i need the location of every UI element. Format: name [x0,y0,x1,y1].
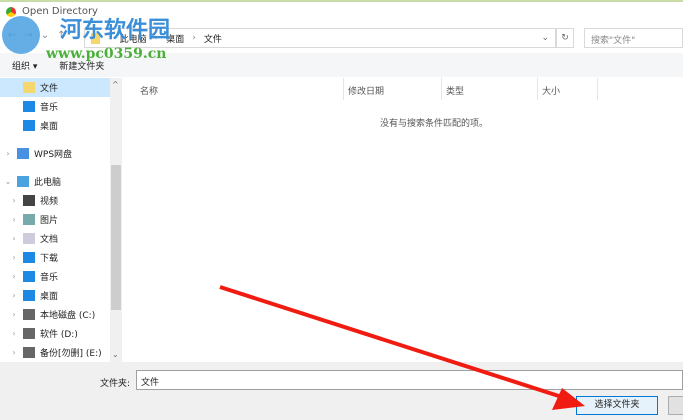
red-arrow-annotation [219,285,585,410]
